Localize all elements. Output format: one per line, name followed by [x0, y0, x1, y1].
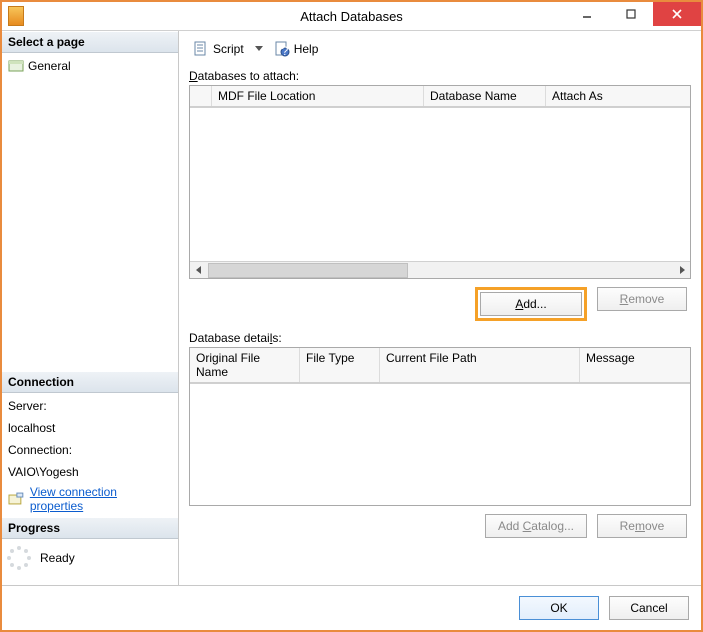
scroll-right-button[interactable] [673, 262, 690, 279]
help-button[interactable]: ? Help [270, 39, 323, 59]
minimize-button[interactable] [565, 2, 609, 26]
right-pane: Script ? Help Databases to attach: MDF F… [179, 31, 701, 585]
attach-grid-body [190, 107, 690, 261]
databases-to-attach-label: Databases to attach: [189, 67, 691, 85]
progress-header: Progress [2, 517, 178, 539]
page-item-general[interactable]: General [8, 57, 172, 75]
database-details-grid[interactable]: Original File Name File Type Current Fil… [189, 347, 691, 506]
chevron-down-icon [255, 45, 263, 53]
attach-grid-header: MDF File Location Database Name Attach A… [190, 86, 690, 107]
ok-button[interactable]: OK [519, 596, 599, 620]
script-button[interactable]: Script [189, 39, 248, 59]
col-current-file-path[interactable]: Current File Path [380, 348, 580, 382]
col-file-type[interactable]: File Type [300, 348, 380, 382]
databases-to-attach-grid[interactable]: MDF File Location Database Name Attach A… [189, 85, 691, 279]
view-connection-properties-label: View connection properties [30, 485, 172, 513]
maximize-button[interactable] [609, 2, 653, 26]
details-grid-header: Original File Name File Type Current Fil… [190, 348, 690, 383]
connection-properties-icon [8, 492, 24, 506]
dialog-footer: OK Cancel [2, 585, 701, 630]
progress-status: Ready [40, 551, 75, 565]
details-grid-body [190, 383, 690, 505]
view-connection-properties-link[interactable]: View connection properties [8, 485, 172, 513]
add-button[interactable]: Add... [480, 292, 582, 316]
progress-spinner-icon [6, 545, 32, 571]
add-catalog-button: Add Catalog... [485, 514, 587, 538]
remove-button: Remove [597, 287, 687, 311]
select-page-header: Select a page [2, 31, 178, 53]
server-label: Server: [8, 397, 172, 419]
help-label: Help [294, 42, 319, 56]
script-dropdown[interactable] [254, 41, 264, 57]
svg-text:?: ? [281, 44, 288, 57]
cancel-button[interactable]: Cancel [609, 596, 689, 620]
titlebar: Attach Databases [2, 2, 701, 30]
scroll-left-button[interactable] [190, 262, 207, 279]
left-pane: Select a page General Connection Server:… [2, 31, 179, 585]
connection-value: VAIO\Yogesh [8, 463, 172, 485]
add-button-highlight: Add... [475, 287, 587, 321]
close-button[interactable] [653, 2, 701, 26]
page-icon [8, 59, 24, 73]
database-details-label: Database details: [189, 329, 691, 347]
script-icon [193, 41, 209, 57]
toolbar: Script ? Help [189, 37, 691, 67]
connection-header: Connection [2, 371, 178, 393]
col-original-file-name[interactable]: Original File Name [190, 348, 300, 382]
remove-detail-button: Remove [597, 514, 687, 538]
attach-grid-hscroll[interactable] [190, 261, 690, 278]
help-icon: ? [274, 41, 290, 57]
connection-label: Connection: [8, 441, 172, 463]
col-attach-as[interactable]: Attach As [546, 86, 690, 106]
app-icon [8, 6, 24, 26]
page-item-label: General [28, 59, 71, 73]
col-mdf-location[interactable]: MDF File Location [212, 86, 424, 106]
scroll-thumb[interactable] [208, 263, 408, 278]
script-label: Script [213, 42, 244, 56]
attach-databases-dialog: Attach Databases Select a page General [0, 0, 703, 632]
col-message[interactable]: Message [580, 348, 690, 382]
col-database-name[interactable]: Database Name [424, 86, 546, 106]
server-value: localhost [8, 419, 172, 441]
